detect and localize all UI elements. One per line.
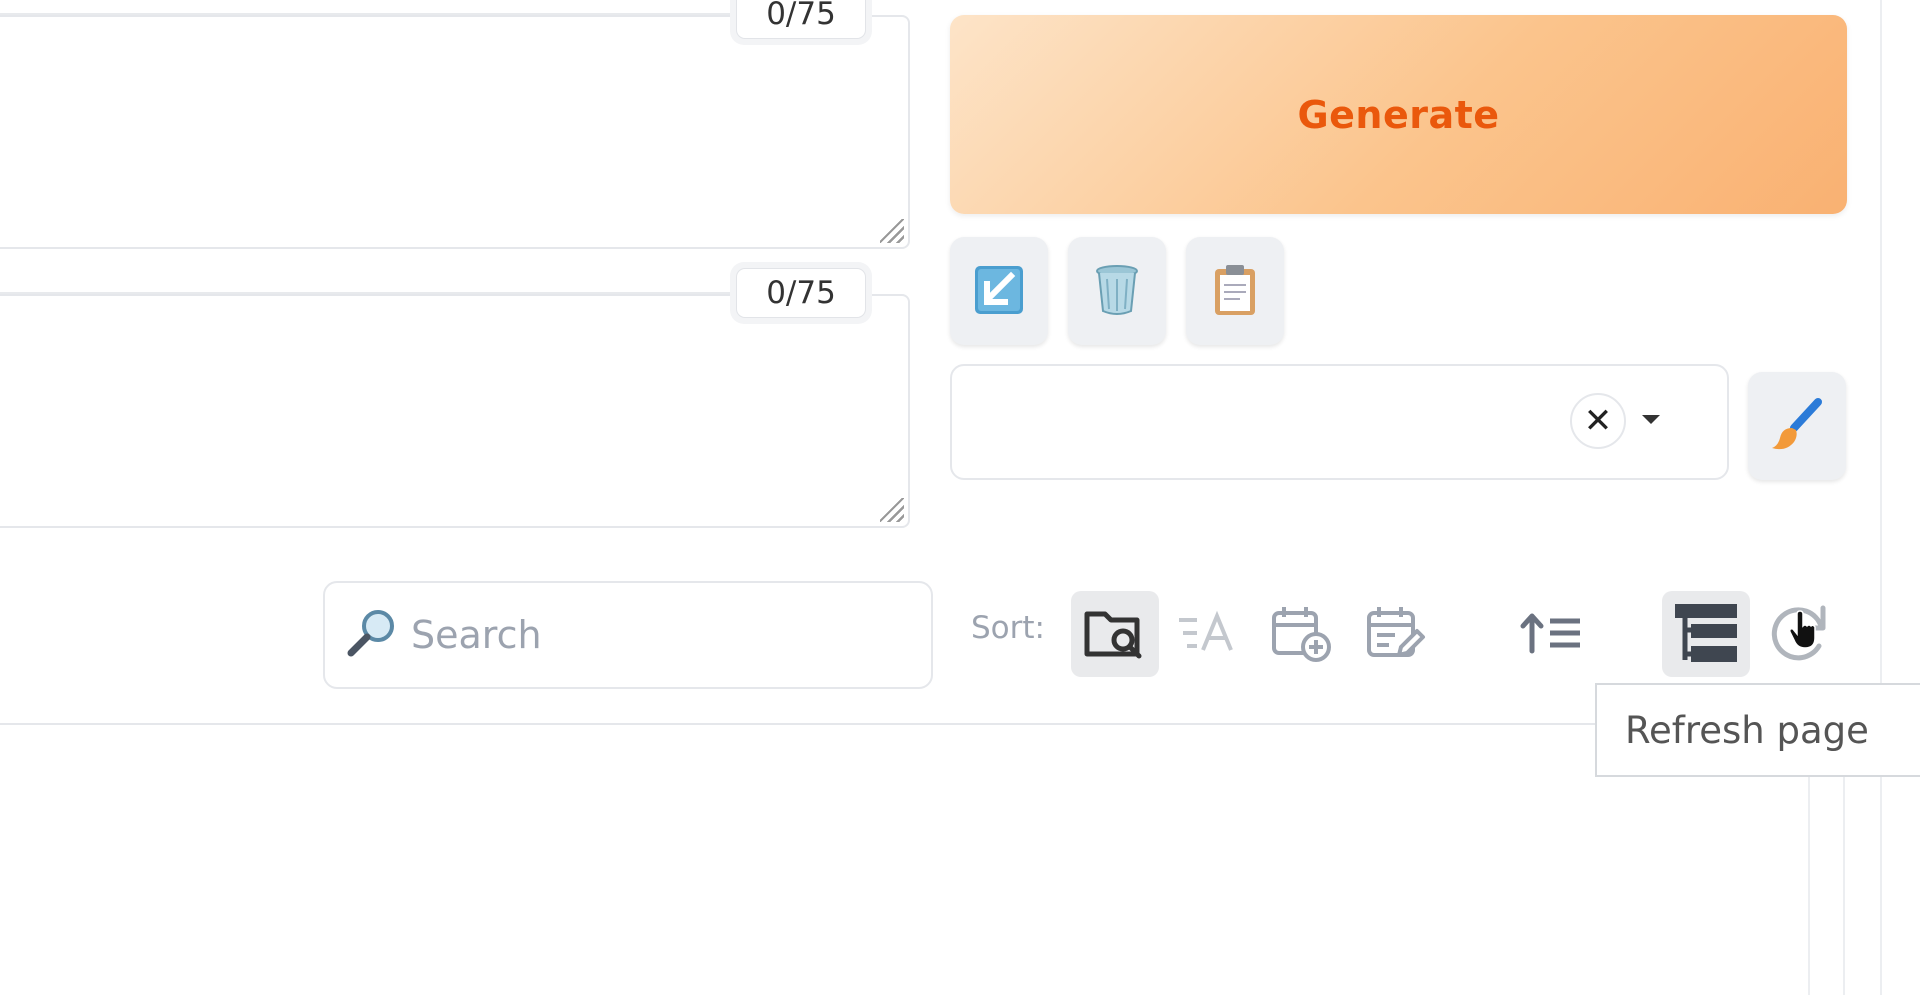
hand-cursor-icon (1788, 610, 1818, 654)
styles-dropdown[interactable]: ✕ (950, 364, 1729, 480)
apply-styles-button[interactable] (1748, 372, 1846, 480)
negative-token-counter: 0/75 (730, 262, 872, 324)
sort-by-name-button[interactable] (1165, 591, 1253, 677)
negative-prompt-field[interactable] (0, 294, 910, 528)
generate-button[interactable]: Generate (950, 15, 1847, 214)
tooltip: Refresh page (1595, 683, 1920, 777)
calendar-edit-icon (1365, 603, 1429, 666)
tree-view-icon (1671, 600, 1741, 669)
read-params-button[interactable] (950, 237, 1048, 345)
token-count-text: 0/75 (736, 268, 866, 318)
divider (1880, 0, 1882, 995)
sort-alpha-icon (1177, 608, 1241, 661)
negative-prompt-input[interactable] (0, 296, 908, 526)
search-field[interactable] (323, 581, 933, 689)
resize-grip-icon[interactable] (880, 498, 904, 522)
sort-by-date-modified-button[interactable] (1353, 591, 1441, 677)
close-icon: ✕ (1583, 401, 1613, 441)
sort-by-path-button[interactable] (1071, 591, 1159, 677)
clear-selection-button[interactable]: ✕ (1570, 393, 1626, 449)
paintbrush-icon (1770, 397, 1824, 455)
clear-prompt-button[interactable] (1068, 237, 1166, 345)
sort-ascending-icon (1520, 611, 1584, 658)
sort-order-button[interactable] (1508, 591, 1596, 677)
positive-prompt-input[interactable] (0, 17, 908, 247)
sort-by-date-created-button[interactable] (1258, 591, 1346, 677)
tree-view-button[interactable] (1662, 591, 1750, 677)
positive-prompt-field[interactable] (0, 15, 910, 249)
trash-icon (1093, 263, 1141, 320)
paste-button[interactable] (1186, 237, 1284, 345)
arrow-down-left-icon (973, 264, 1025, 319)
search-input[interactable] (411, 613, 891, 657)
magnifier-icon (347, 608, 397, 662)
calendar-add-icon (1270, 603, 1334, 666)
resize-grip-icon[interactable] (880, 219, 904, 243)
folder-search-icon (1083, 604, 1147, 665)
positive-token-counter: 0/75 (730, 0, 872, 45)
clipboard-icon (1213, 263, 1257, 320)
sort-label: Sort: (971, 610, 1045, 646)
page: 0/75 0/75 Generate ✕ Search Sort: Refres… (0, 0, 1920, 995)
chevron-down-icon[interactable] (1642, 415, 1660, 424)
token-count-text: 0/75 (736, 0, 866, 39)
